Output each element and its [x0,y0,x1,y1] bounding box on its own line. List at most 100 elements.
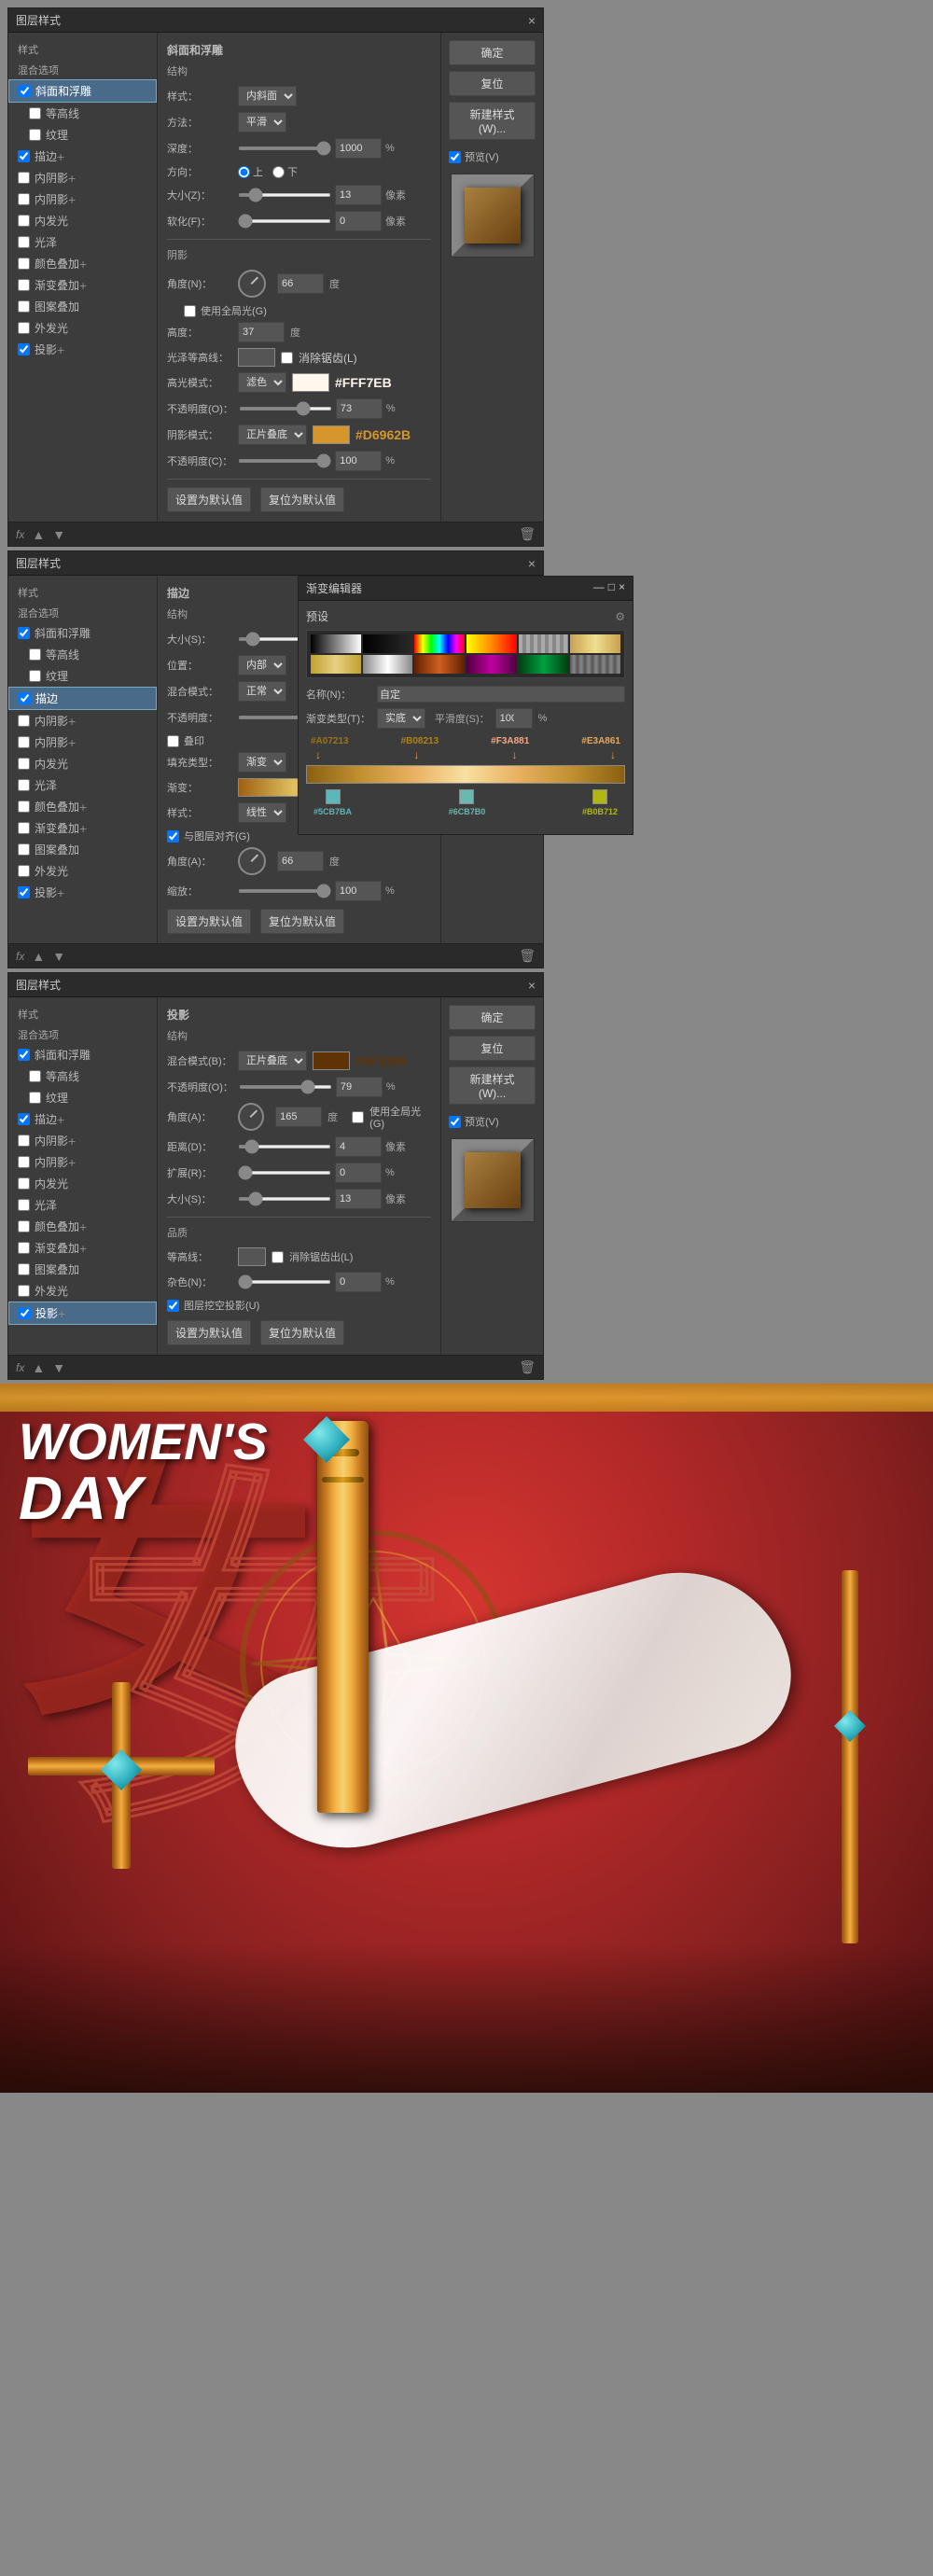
ge-type-select[interactable]: 实底 [377,708,425,729]
gradient-overlay-1-checkbox[interactable] [18,279,30,291]
bevel-checkbox[interactable] [19,85,31,97]
sidebar-2-color[interactable]: 颜色叠加 + [8,796,157,817]
window-3-close[interactable]: × [528,978,536,993]
confirm-btn-1[interactable]: 确定 [449,40,536,65]
preset-warm[interactable] [466,634,517,653]
sidebar-item-bevel[interactable]: 斜面和浮雕 [8,79,157,103]
shadow-angle-wheel-3[interactable] [238,1103,264,1131]
swatch-2-box[interactable] [459,789,474,804]
sidebar-3-texture[interactable]: 纹理 [8,1087,157,1108]
preset-grey[interactable] [570,655,620,674]
depth-input[interactable] [335,138,382,159]
sidebar-3-satin[interactable]: 内发光 [8,1173,157,1194]
drop-shadow-1-checkbox[interactable] [18,343,30,355]
sidebar-2-inner-shadow[interactable]: 内阴影 + [8,710,157,731]
knockout-checkbox[interactable] [167,1300,179,1312]
inner-shadow-1-add[interactable]: + [68,171,76,186]
s3-stroke-add[interactable]: + [57,1112,64,1127]
s2-inner-shadow-cb[interactable] [18,715,30,727]
s3-color-add[interactable]: + [79,1219,87,1234]
highlight-opacity-slider[interactable] [239,407,332,411]
reset-default-btn-2[interactable]: 复位为默认值 [260,909,344,934]
gloss-1-checkbox[interactable] [18,236,30,248]
shadow-opacity-input-3[interactable] [336,1077,383,1097]
preset-checker[interactable] [519,634,569,653]
fx-icon-delete-2[interactable]: 🗑 [519,948,536,964]
s2-pattern-cb[interactable] [18,843,30,856]
sidebar-item-gradient-overlay-1[interactable]: 渐变叠加 + [8,274,157,296]
s2-outer-glow-cb[interactable] [18,865,30,877]
highlight-mode-select[interactable]: 滤色 [238,372,286,393]
fx-icon-up-3[interactable]: ▲ [32,1360,45,1375]
preset-rainbow[interactable] [414,634,465,653]
preset-bw[interactable] [311,634,361,653]
satin-1-checkbox[interactable] [18,215,30,227]
style-select[interactable]: 内斜面 [238,86,297,106]
sidebar-2-stroke[interactable]: 描边 [8,687,157,710]
sidebar-2-bevel[interactable]: 斜面和浮雕 [8,622,157,644]
preset-settings[interactable]: ⚙ [615,610,625,623]
s2-color-add[interactable]: + [79,800,87,815]
fill-type-select[interactable]: 渐变 [238,752,286,773]
s2-bevel-cb[interactable] [18,627,30,639]
sidebar-2-gradient[interactable]: 渐变叠加 + [8,817,157,839]
s2-gloss-cb[interactable] [18,779,30,791]
outer-glow-1-checkbox[interactable] [18,322,30,334]
align-checkbox[interactable] [167,830,179,842]
ge-smooth-input[interactable] [495,708,533,729]
highlight-opacity-input[interactable] [336,398,383,419]
fx-icon-down-1[interactable]: ▼ [52,527,65,542]
soften-input[interactable] [335,211,382,231]
sidebar-3-inner-shadow[interactable]: 内阴影 + [8,1130,157,1151]
gloss-contour-preview[interactable] [238,348,275,367]
s3-inner-glow-add[interactable]: + [68,1155,76,1170]
preset-trans[interactable] [363,634,413,653]
s3-drop-shadow-add[interactable]: + [58,1306,65,1321]
s2-gradient-add[interactable]: + [79,821,87,836]
angle-wheel[interactable] [238,270,266,298]
shadow-spread-input-3[interactable] [335,1163,382,1183]
shadow-opacity-slider-3[interactable] [239,1085,332,1089]
sidebar-3-bevel[interactable]: 斜面和浮雕 [8,1044,157,1065]
pattern-overlay-1-checkbox[interactable] [18,300,30,313]
sidebar-3-drop-shadow[interactable]: 投影 + [8,1302,157,1325]
shadow-dist-input-3[interactable] [335,1136,382,1157]
fx-icon-up-1[interactable]: ▲ [32,527,45,542]
shadow-opacity-slider[interactable] [238,459,331,463]
angle-input[interactable] [277,273,324,294]
window-1-close[interactable]: × [528,13,536,28]
shadow-color-swatch-3[interactable] [313,1051,350,1070]
stroke-blend-select[interactable]: 正常 [238,681,286,702]
s3-drop-shadow-cb[interactable] [19,1307,31,1319]
angle2-wheel[interactable] [238,847,266,875]
sidebar-2-contour[interactable]: 等高线 [8,644,157,665]
shadow-color-swatch[interactable] [313,425,350,444]
scale-slider[interactable] [238,889,331,893]
color-overlay-1-add[interactable]: + [79,257,87,272]
sidebar-2-texture[interactable]: 纹理 [8,665,157,687]
quality-antialias-checkbox[interactable] [272,1251,284,1263]
inner-glow-1-add[interactable]: + [68,192,76,207]
sidebar-item-stroke-1[interactable]: 描边 + [8,146,157,167]
swatch-1-box[interactable] [326,789,341,804]
size-slider[interactable] [238,193,331,197]
gradient-editor-maximize[interactable]: □ [608,580,615,596]
s3-contour-cb[interactable] [29,1070,41,1082]
s3-gradient-add[interactable]: + [79,1241,87,1256]
sidebar-2-gloss[interactable]: 光泽 [8,774,157,796]
stroke-pos-select[interactable]: 内部 [238,655,286,675]
shadow-size-input-3[interactable] [335,1189,382,1209]
fx-icon-down-2[interactable]: ▼ [52,949,65,964]
size-input[interactable] [335,185,382,205]
quality-noise-input[interactable] [335,1272,382,1292]
stroke-1-add[interactable]: + [57,149,64,164]
confirm-btn-3[interactable]: 确定 [449,1005,536,1030]
stroke-style-select[interactable]: 线性 [238,802,286,823]
sidebar-3-gloss[interactable]: 光泽 [8,1194,157,1216]
preset-gold2[interactable] [311,655,361,674]
reset-default-btn-3[interactable]: 复位为默认值 [260,1320,344,1345]
sidebar-item-drop-shadow-1[interactable]: 投影 + [8,339,157,360]
s2-inner-glow-cb[interactable] [18,736,30,748]
fx-icon-up-2[interactable]: ▲ [32,949,45,964]
direction-down[interactable]: 下 [272,164,298,179]
